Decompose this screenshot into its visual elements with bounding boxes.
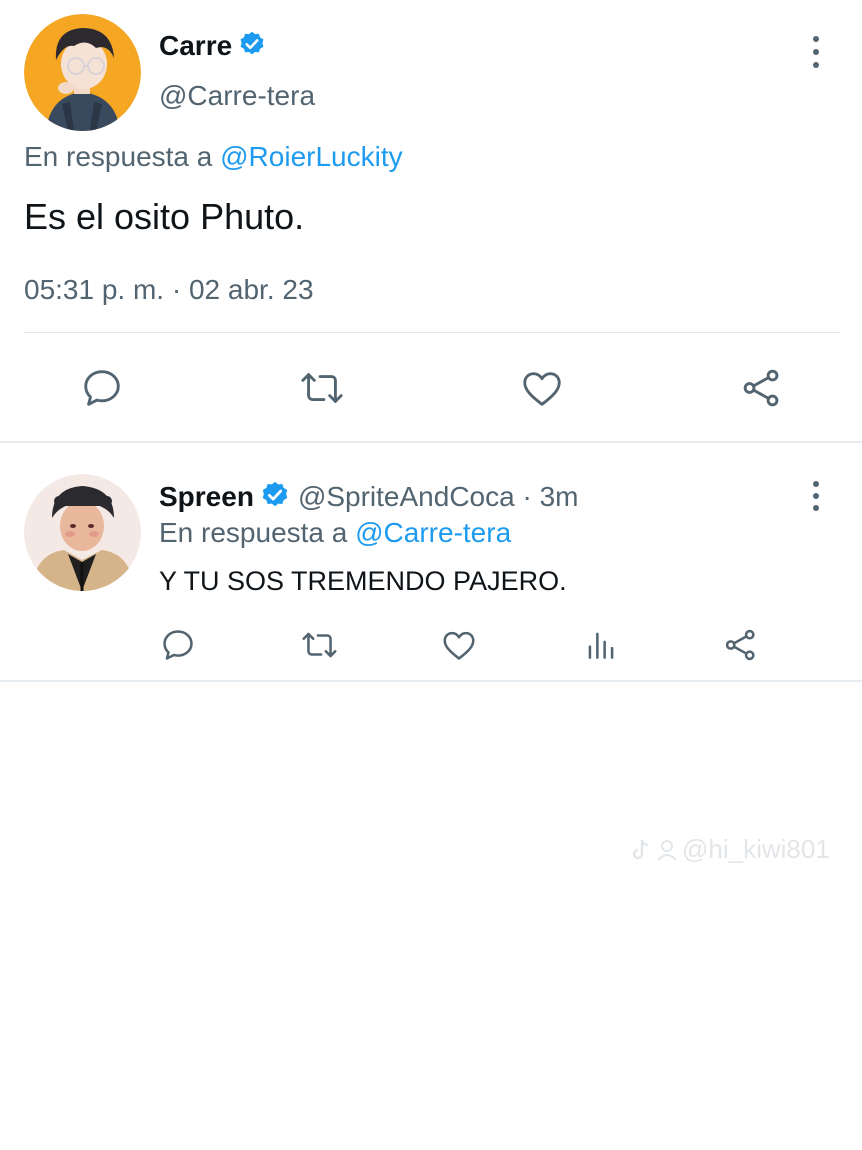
retweet-icon[interactable] bbox=[299, 626, 340, 669]
reply-prefix: En respuesta a bbox=[24, 141, 213, 172]
reply-author-handle[interactable]: @SpriteAndCoca · 3m bbox=[298, 481, 579, 513]
author-name[interactable]: Carre bbox=[159, 30, 232, 62]
author-name-row: Carre bbox=[159, 30, 266, 62]
tweet-timestamp[interactable]: 05:31 p. m. · 02 abr. 23 bbox=[24, 274, 314, 306]
reply-author-name[interactable]: Spreen bbox=[159, 481, 254, 513]
verified-badge-icon bbox=[238, 30, 266, 63]
more-options-icon[interactable] bbox=[806, 481, 826, 511]
avatar-illustration bbox=[24, 14, 141, 131]
tweet-separator bbox=[0, 441, 862, 443]
reply-icon[interactable] bbox=[159, 626, 197, 669]
main-tweet: Carre @Carre-tera En respuesta a @RoierL… bbox=[0, 0, 862, 442]
reply-icon[interactable] bbox=[79, 365, 125, 416]
tweet-separator bbox=[0, 680, 862, 682]
reply-context: En respuesta a @Carre-tera bbox=[159, 517, 511, 549]
watermark: @hi_kiwi801 bbox=[630, 834, 830, 865]
reply-to-mention[interactable]: @RoierLuckity bbox=[220, 141, 402, 172]
user-icon bbox=[657, 839, 677, 861]
watermark-text: @hi_kiwi801 bbox=[682, 834, 830, 864]
share-icon[interactable] bbox=[739, 365, 785, 416]
reply-context: En respuesta a @RoierLuckity bbox=[24, 141, 403, 173]
verified-badge-icon bbox=[260, 480, 290, 515]
like-icon[interactable] bbox=[519, 365, 565, 416]
author-avatar[interactable] bbox=[24, 14, 141, 131]
reply-prefix: En respuesta a bbox=[159, 517, 348, 548]
analytics-icon[interactable] bbox=[582, 626, 620, 669]
reply-to-mention[interactable]: @Carre-tera bbox=[355, 517, 511, 548]
retweet-icon[interactable] bbox=[297, 365, 347, 416]
author-handle[interactable]: @Carre-tera bbox=[159, 80, 315, 112]
share-icon[interactable] bbox=[722, 626, 760, 669]
reply-text: Y TU SOS TREMENDO PAJERO. bbox=[159, 566, 567, 596]
tweet-text: Es el osito Phuto. bbox=[24, 196, 305, 237]
more-options-icon[interactable] bbox=[806, 36, 826, 68]
avatar-illustration bbox=[24, 474, 141, 591]
reply-author-avatar[interactable] bbox=[24, 474, 141, 591]
reply-author-row: Spreen @SpriteAndCoca · 3m bbox=[159, 480, 578, 514]
tiktok-logo-icon bbox=[632, 839, 649, 859]
divider bbox=[24, 332, 840, 333]
like-icon[interactable] bbox=[440, 626, 478, 669]
